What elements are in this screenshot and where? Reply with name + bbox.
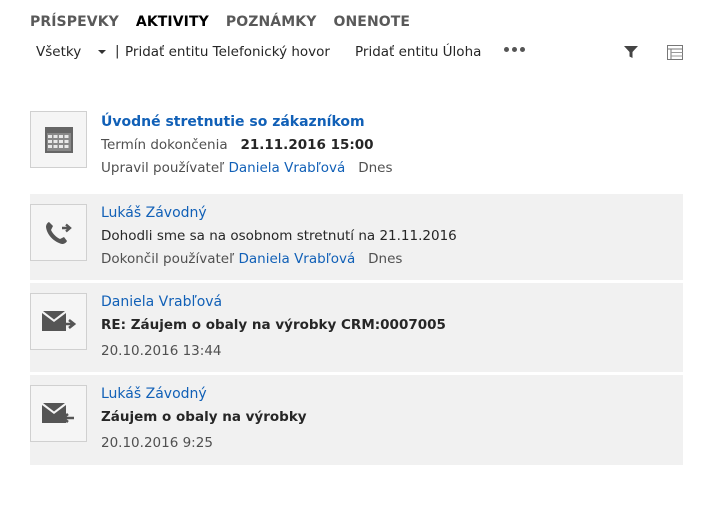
contact-link[interactable]: Lukáš Závodný <box>101 205 207 221</box>
email-subject: Záujem o obaly na výrobky <box>101 409 307 425</box>
email-date: 20.10.2016 9:25 <box>101 435 213 451</box>
tab-bar: PRÍSPEVKY AKTIVITY POZNÁMKY ONENOTE <box>30 14 427 30</box>
chevron-down-icon[interactable] <box>98 50 106 54</box>
activity-card: Úvodné stretnutie so zákazníkom Termín d… <box>30 101 683 191</box>
email-incoming-icon <box>30 385 87 442</box>
tab-onenote[interactable]: ONENOTE <box>333 14 410 30</box>
tab-activities[interactable]: AKTIVITY <box>136 14 209 30</box>
modified-when: Dnes <box>358 160 393 176</box>
sender-link[interactable]: Lukáš Závodný <box>101 386 207 402</box>
more-dots-icon[interactable] <box>504 47 525 52</box>
phone-call-icon <box>30 204 87 261</box>
grid-view-icon[interactable] <box>667 45 683 64</box>
activity-wall: Úvodné stretnutie so zákazníkom Termín d… <box>30 101 683 468</box>
add-task-button[interactable]: Pridať entitu Úloha <box>355 44 481 60</box>
modified-by-label: Upravil používateľ <box>101 160 225 176</box>
toolbar-separator: | <box>115 43 120 59</box>
completed-by-label: Dokončil používateľ <box>101 251 235 267</box>
email-subject: RE: Záujem o obaly na výrobky CRM:000700… <box>101 317 446 333</box>
email-date: 20.10.2016 13:44 <box>101 343 222 359</box>
activity-card: Lukáš Závodný Záujem o obaly na výrobky … <box>30 375 683 465</box>
due-date-label: Termín dokončenia <box>101 137 228 153</box>
activity-card: Lukáš Závodný Dohodli sme sa na osobnom … <box>30 194 683 280</box>
tab-notes[interactable]: POZNÁMKY <box>226 14 317 30</box>
activity-toolbar: Všetky | Pridať entitu Telefonický hovor… <box>30 43 690 64</box>
activity-filter-select[interactable]: Všetky <box>36 44 81 60</box>
activity-title-link[interactable]: Úvodné stretnutie so zákazníkom <box>101 114 365 130</box>
user-link[interactable]: Daniela Vrabľová <box>229 160 346 176</box>
user-link[interactable]: Daniela Vrabľová <box>238 251 355 267</box>
add-phone-call-button[interactable]: Pridať entitu Telefonický hovor <box>125 44 330 60</box>
activity-card: Daniela Vrabľová RE: Záujem o obaly na v… <box>30 283 683 372</box>
due-date-value: 21.11.2016 15:00 <box>240 137 374 153</box>
email-outgoing-icon <box>30 293 87 350</box>
activity-subject: Dohodli sme sa na osobnom stretnutí na 2… <box>101 228 457 244</box>
completed-when: Dnes <box>368 251 403 267</box>
calendar-icon <box>30 111 87 168</box>
funnel-icon[interactable] <box>624 45 638 63</box>
sender-link[interactable]: Daniela Vrabľová <box>101 294 222 310</box>
tab-posts[interactable]: PRÍSPEVKY <box>30 14 119 30</box>
